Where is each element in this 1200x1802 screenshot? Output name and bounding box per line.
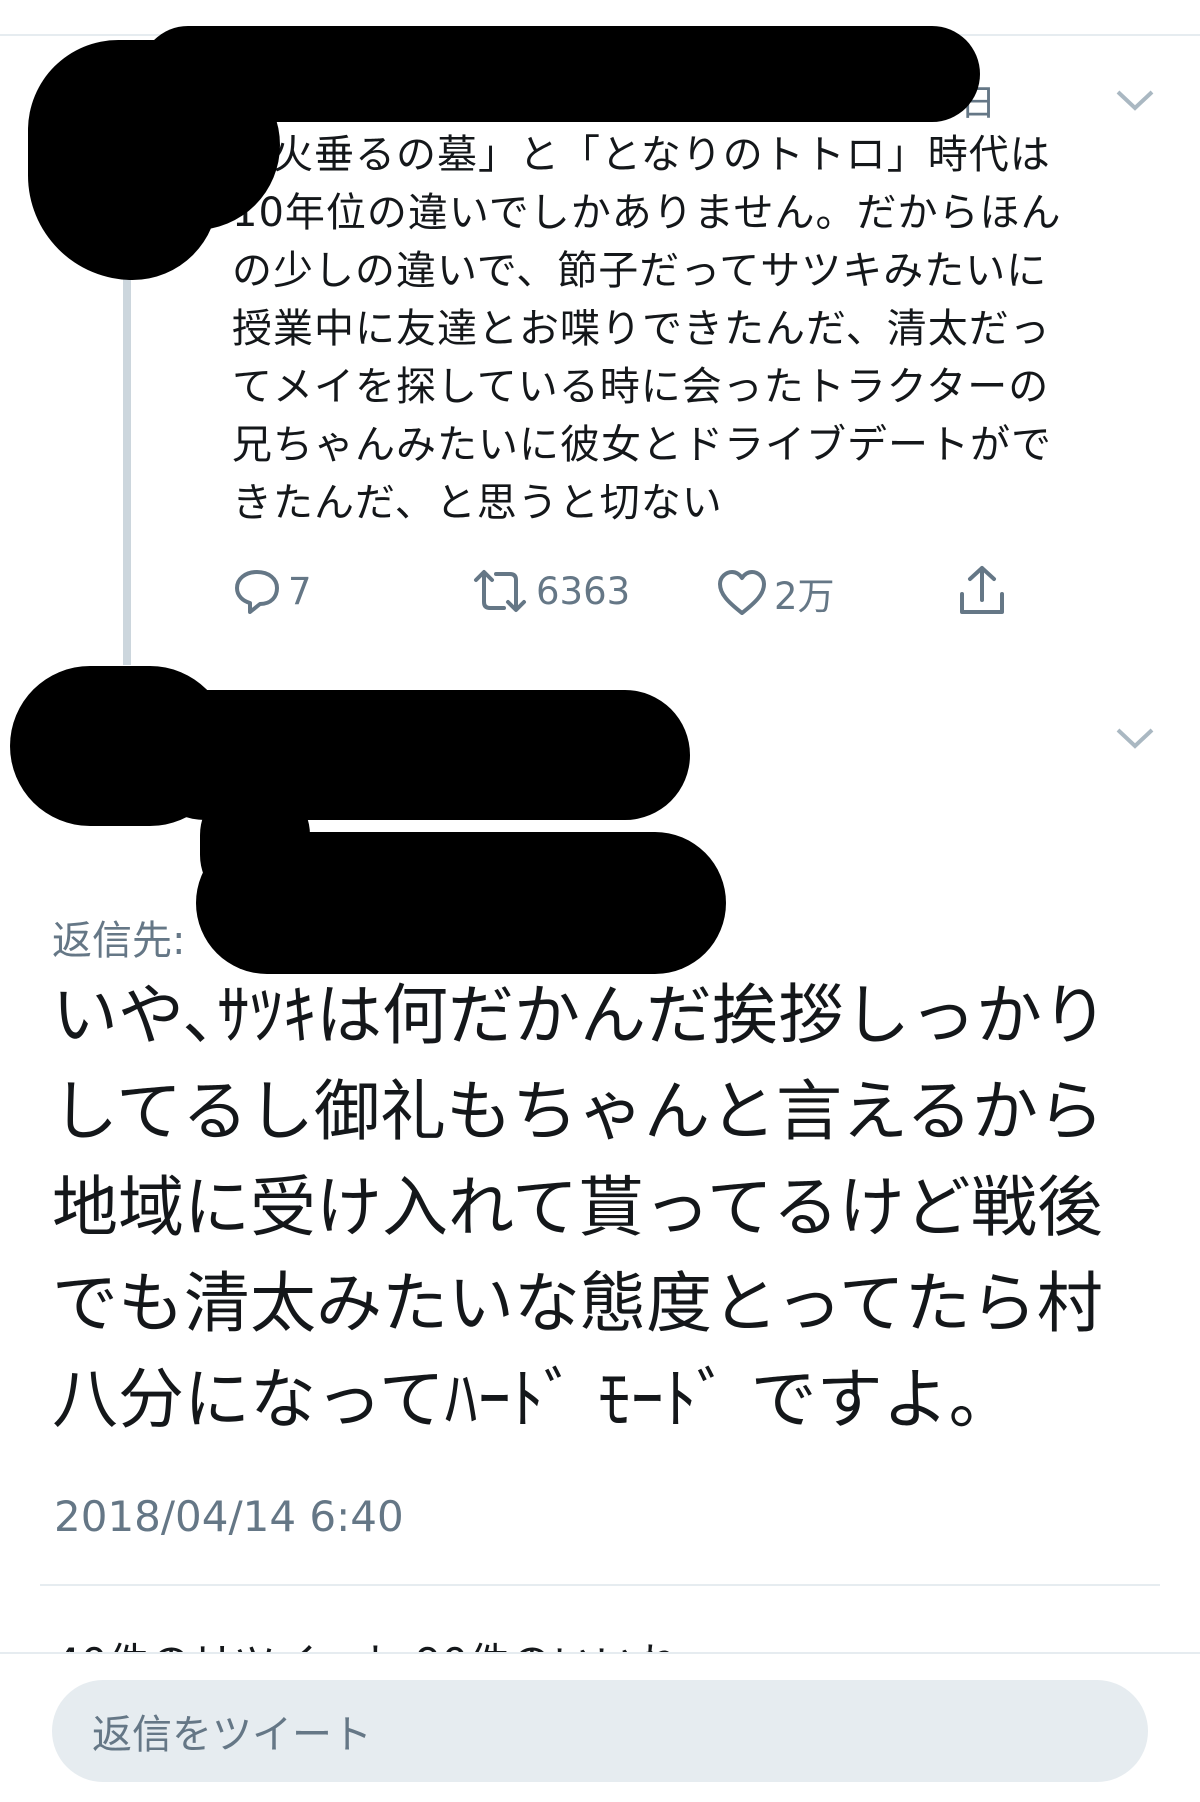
reply-to-label: 返信先: bbox=[52, 918, 186, 964]
stats-divider bbox=[40, 1584, 1160, 1586]
reply-compose-bar: 返信をツイート bbox=[0, 1652, 1200, 1802]
tweet-actions: 7 6363 2万 bbox=[0, 558, 1200, 622]
reply-icon bbox=[235, 570, 279, 614]
engagement-stats[interactable]: 40件のリツイート 90件のいいね bbox=[54, 1630, 678, 1652]
share-icon bbox=[960, 566, 1004, 614]
like-count: 2万 bbox=[774, 575, 835, 618]
reply-count: 7 bbox=[288, 569, 312, 613]
main-tweet-text: いや､ｻﾂｷは何だかんだ挨拶しっかり してるし御礼もちゃんと言えるから 地域に受… bbox=[52, 977, 1108, 1438]
chevron-down-icon[interactable] bbox=[1110, 80, 1160, 120]
tweet-timestamp[interactable]: 2018/04/14 6:40 bbox=[54, 1492, 404, 1541]
parent-tweet-text: 「火垂るの墓」と「となりのトトロ」時代は 10年位の違いでしかありません。だから… bbox=[232, 132, 1062, 526]
retweet-icon bbox=[474, 570, 526, 612]
chevron-down-icon[interactable] bbox=[1110, 718, 1160, 758]
retweet-button[interactable]: 6363 bbox=[470, 566, 630, 616]
reply-input[interactable]: 返信をツイート bbox=[52, 1680, 1148, 1782]
heart-icon bbox=[718, 570, 766, 615]
share-button[interactable] bbox=[956, 564, 1008, 618]
like-button[interactable]: 2万 bbox=[716, 566, 835, 620]
retweet-count: 6363 bbox=[536, 569, 631, 613]
reply-button[interactable]: 7 bbox=[232, 566, 312, 616]
